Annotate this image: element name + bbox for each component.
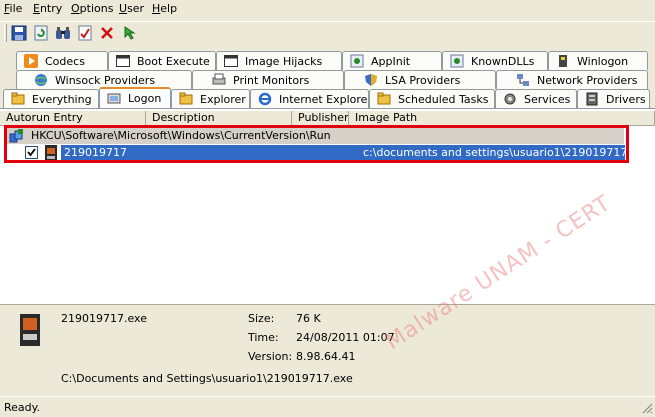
menu-entry[interactable]: Entry — [33, 2, 62, 15]
jump-icon[interactable] — [120, 24, 138, 42]
detail-version-label: Version: — [248, 350, 293, 363]
column-image-path[interactable]: Image Path — [349, 111, 655, 126]
status-text: Ready. — [4, 401, 41, 414]
tab-logon[interactable]: Logon — [99, 87, 171, 108]
menu-options[interactable]: Options — [71, 2, 113, 15]
tab-services[interactable]: Services — [495, 89, 577, 108]
status-bar: Ready. — [0, 396, 655, 416]
tab-codecs[interactable]: Codecs — [16, 51, 108, 70]
logon-icon — [106, 91, 122, 107]
tab-scheduled-tasks[interactable]: Scheduled Tasks — [369, 89, 495, 108]
find-icon[interactable] — [54, 24, 72, 42]
tab-internet-explorer[interactable]: Internet Explorer — [250, 89, 369, 108]
column-autorun-entry[interactable]: Autorun Entry — [0, 111, 146, 126]
menu-bar: File Entry Options User Help — [0, 0, 655, 19]
column-publisher[interactable]: Publisher — [292, 111, 349, 126]
toolbar-grip — [4, 24, 7, 42]
registry-key-path: HKCU\Software\Microsoft\Windows\CurrentV… — [31, 129, 331, 142]
exe-icon — [43, 145, 59, 161]
boot-execute-icon — [115, 53, 131, 69]
column-description[interactable]: Description — [146, 111, 292, 126]
explorer-icon — [178, 91, 194, 107]
detail-time-label: Time: — [248, 331, 279, 344]
tab-explorer[interactable]: Explorer — [171, 89, 250, 108]
image-hijacks-icon — [223, 53, 239, 69]
detail-full-path: C:\Documents and Settings\usuario1\21901… — [61, 372, 353, 385]
winsock-providers-icon — [33, 72, 49, 88]
menu-help[interactable]: Help — [152, 2, 177, 15]
shield-icon — [363, 72, 379, 88]
detail-size-value: 76 K — [296, 312, 321, 325]
menu-file[interactable]: File — [4, 2, 22, 15]
entry-image-path: c:\documents and settings\usuario1\21901… — [363, 146, 651, 159]
tab-network-providers[interactable]: Network Providers — [496, 70, 648, 89]
file-large-icon — [18, 314, 42, 346]
tab-knowndlls[interactable]: KnownDLLs — [442, 51, 548, 70]
tab-image-hijacks[interactable]: Image Hijacks — [216, 51, 342, 70]
properties-icon[interactable] — [76, 24, 94, 42]
knowndlls-icon — [449, 53, 465, 69]
save-icon[interactable] — [10, 24, 28, 42]
everything-icon — [10, 91, 26, 107]
internet-explorer-icon — [257, 91, 273, 107]
codecs-icon — [23, 53, 39, 69]
tab-winlogon[interactable]: Winlogon — [548, 51, 648, 70]
refresh-icon[interactable] — [32, 24, 50, 42]
printer-icon — [211, 72, 227, 88]
registry-key-icon — [9, 128, 25, 144]
tab-lsa-providers[interactable]: LSA Providers — [344, 70, 496, 89]
gear-icon — [502, 91, 518, 107]
tab-divider — [0, 108, 655, 109]
detail-time-value: 24/08/2011 01:07 — [296, 331, 395, 344]
toolbar — [0, 21, 655, 45]
appinit-icon — [349, 53, 365, 69]
tab-boot-execute[interactable]: Boot Execute — [108, 51, 216, 70]
drivers-icon — [584, 91, 600, 107]
menu-user[interactable]: User — [119, 2, 144, 15]
details-pane: 219019717.exe Size: 76 K Time: 24/08/201… — [0, 308, 655, 396]
detail-filename: 219019717.exe — [61, 312, 147, 325]
tab-print-monitors[interactable]: Print Monitors — [192, 70, 344, 89]
tab-everything[interactable]: Everything — [3, 89, 99, 108]
delete-icon[interactable] — [98, 24, 116, 42]
detail-version-value: 8.98.64.41 — [296, 350, 356, 363]
resize-grip-icon[interactable] — [641, 402, 653, 414]
scheduled-tasks-icon — [376, 91, 392, 107]
entry-name: 219019717 — [64, 146, 127, 159]
tab-drivers[interactable]: Drivers — [577, 89, 650, 108]
detail-size-label: Size: — [248, 312, 275, 325]
tab-appinit[interactable]: AppInit — [342, 51, 442, 70]
winlogon-icon — [555, 53, 571, 69]
checkmark-icon — [27, 148, 36, 157]
network-icon — [515, 72, 531, 88]
entry-enabled-checkbox[interactable] — [25, 146, 38, 159]
